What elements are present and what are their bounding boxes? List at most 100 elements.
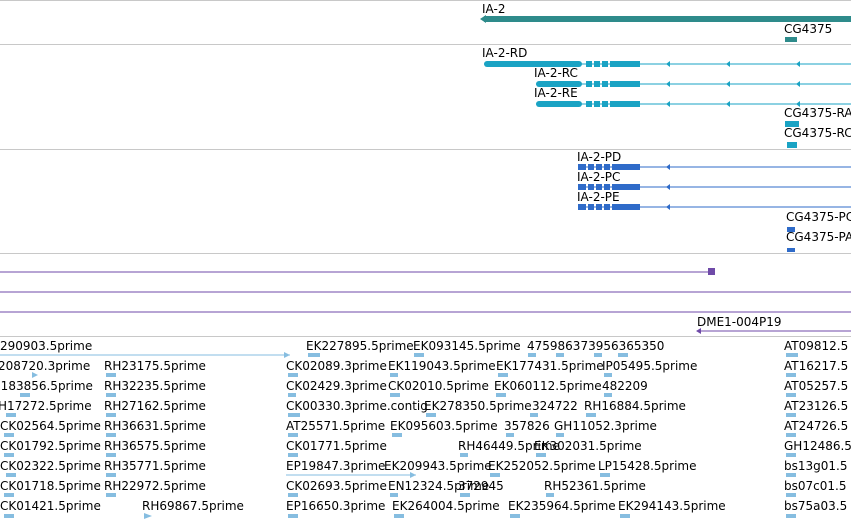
est-label[interactable]: CK02429.3prime — [286, 379, 387, 393]
est-label[interactable]: EK060112.5prime — [494, 379, 602, 393]
est-feature[interactable] — [6, 473, 16, 477]
est-feature[interactable] — [604, 393, 612, 397]
est-label[interactable]: bs75a03.5 — [784, 499, 847, 513]
est-label[interactable]: EK294143.5prime — [618, 499, 726, 513]
est-feature[interactable] — [786, 473, 796, 477]
est-label[interactable]: CK01718.5prime — [0, 479, 101, 493]
est-feature[interactable] — [106, 453, 116, 457]
est-feature[interactable] — [394, 514, 404, 518]
est-feature[interactable] — [4, 453, 14, 457]
protein-label[interactable]: CG4375-PC — [786, 210, 851, 224]
est-label[interactable]: GH11052.3prime — [554, 419, 657, 433]
est-feature[interactable] — [4, 433, 14, 437]
est-label[interactable]: 324722 — [532, 399, 578, 413]
est-label[interactable]: AT09812.5 — [784, 339, 848, 353]
transcript-label[interactable]: IA-2-RC — [534, 66, 578, 80]
est-feature[interactable] — [786, 373, 796, 377]
est-feature[interactable] — [106, 373, 116, 377]
est-label[interactable]: LP15428.5prime — [598, 459, 697, 473]
transcript-label[interactable]: IA-2-RD — [482, 46, 527, 60]
est-feature[interactable] — [288, 514, 298, 518]
est-label[interactable]: H17272.5prime — [0, 399, 92, 413]
protein-label[interactable]: IA-2-PD — [577, 150, 621, 164]
clone-label[interactable]: DME1-004P19 — [697, 315, 782, 329]
est-label[interactable]: 208720.3prime — [0, 359, 90, 373]
est-label[interactable]: EK252052.5prime — [488, 459, 596, 473]
est-label[interactable]: RH35771.5prime — [104, 459, 206, 473]
est-label[interactable]: RH36631.5prime — [104, 419, 206, 433]
est-feature[interactable] — [390, 493, 398, 497]
est-feature[interactable] — [546, 493, 554, 497]
est-label[interactable]: CK00330.3prime.contig — [286, 399, 428, 413]
est-label[interactable]: EK177431.5prime — [496, 359, 604, 373]
est-label[interactable]: AT16217.5 — [784, 359, 848, 373]
est-label[interactable]: RH22972.5prime — [104, 479, 206, 493]
est-label[interactable]: EK119043.5prime — [388, 359, 496, 373]
est-feature[interactable] — [786, 433, 796, 437]
est-feature[interactable] — [786, 493, 796, 497]
protein-label[interactable]: IA-2-PE — [577, 190, 620, 204]
est-feature[interactable] — [20, 393, 30, 397]
est-label[interactable]: (183856.5prime — [0, 379, 93, 393]
est-label[interactable]: IP05495.5prime — [602, 359, 697, 373]
est-feature[interactable] — [496, 393, 506, 397]
est-feature[interactable] — [490, 473, 500, 477]
est-feature[interactable] — [288, 393, 296, 397]
est-feature[interactable] — [786, 514, 796, 518]
est-label[interactable]: bs13g01.5 — [784, 459, 847, 473]
est-label[interactable]: AT05257.5 — [784, 379, 848, 393]
est-feature[interactable] — [510, 514, 520, 518]
est-label[interactable]: AT23126.5 — [784, 399, 848, 413]
est-feature[interactable] — [392, 433, 402, 437]
est-feature[interactable] — [106, 493, 116, 497]
transcript-ia-2-rc[interactable] — [536, 81, 851, 87]
est-feature[interactable] — [786, 353, 798, 357]
transcript-cg4375-rc[interactable] — [787, 142, 797, 148]
est-label[interactable]: EK302031.5prime — [534, 439, 642, 453]
est-label[interactable]: RH36575.5prime — [104, 439, 206, 453]
gene-feature-cg4375[interactable] — [785, 37, 797, 42]
est-feature[interactable] — [106, 413, 116, 417]
est-feature[interactable] — [106, 433, 116, 437]
est-label[interactable]: 482209 — [602, 379, 648, 393]
est-feature[interactable] — [786, 413, 796, 417]
est-label[interactable]: EK264004.5prime — [392, 499, 500, 513]
transcript-label[interactable]: CG4375-RC — [784, 126, 851, 140]
est-feature[interactable] — [4, 514, 14, 518]
est-feature[interactable] — [6, 413, 16, 417]
est-feature[interactable] — [4, 493, 14, 497]
est-label[interactable]: RH23175.5prime — [104, 359, 206, 373]
est-feature[interactable] — [288, 433, 298, 437]
est-feature[interactable] — [600, 473, 610, 477]
est-feature[interactable] — [528, 353, 536, 357]
est-label[interactable]: AT25571.5prime — [286, 419, 385, 433]
est-label[interactable]: RH69867.5prime — [142, 499, 244, 513]
est-feature[interactable] — [288, 413, 300, 417]
est-label[interactable]: EP16650.3prime — [286, 499, 385, 513]
est-feature[interactable] — [390, 373, 398, 377]
est-label[interactable]: CK01421.5prime — [0, 499, 101, 513]
est-feature[interactable] — [288, 453, 298, 457]
protein-label[interactable]: CG4375-PA — [786, 230, 851, 244]
est-feature[interactable] — [556, 433, 564, 437]
est-label[interactable]: RH32235.5prime — [104, 379, 206, 393]
est-feature[interactable] — [288, 493, 298, 497]
est-label[interactable]: EP19847.3prime — [286, 459, 385, 473]
est-feature[interactable] — [556, 353, 564, 357]
est-label[interactable]: CK02693.5prime — [286, 479, 387, 493]
est-label[interactable]: EK095603.5prime — [390, 419, 498, 433]
est-label[interactable]: 290903.5prime — [0, 339, 92, 353]
est-label[interactable]: CK01771.5prime — [286, 439, 387, 453]
est-feature[interactable] — [498, 373, 508, 377]
est-feature[interactable] — [426, 413, 436, 417]
est-feature[interactable] — [414, 353, 424, 357]
est-label[interactable]: 372945 — [458, 479, 504, 493]
est-feature[interactable] — [506, 433, 514, 437]
est-feature[interactable] — [460, 453, 468, 457]
est-label[interactable]: RH16884.5prime — [584, 399, 686, 413]
est-label[interactable]: EK227895.5prime — [306, 339, 414, 353]
est-label[interactable]: EK235964.5prime — [508, 499, 616, 513]
est-feature[interactable] — [536, 453, 546, 457]
protein-cg4375-pa[interactable] — [787, 248, 795, 252]
est-label[interactable]: EK278350.5prime — [424, 399, 532, 413]
